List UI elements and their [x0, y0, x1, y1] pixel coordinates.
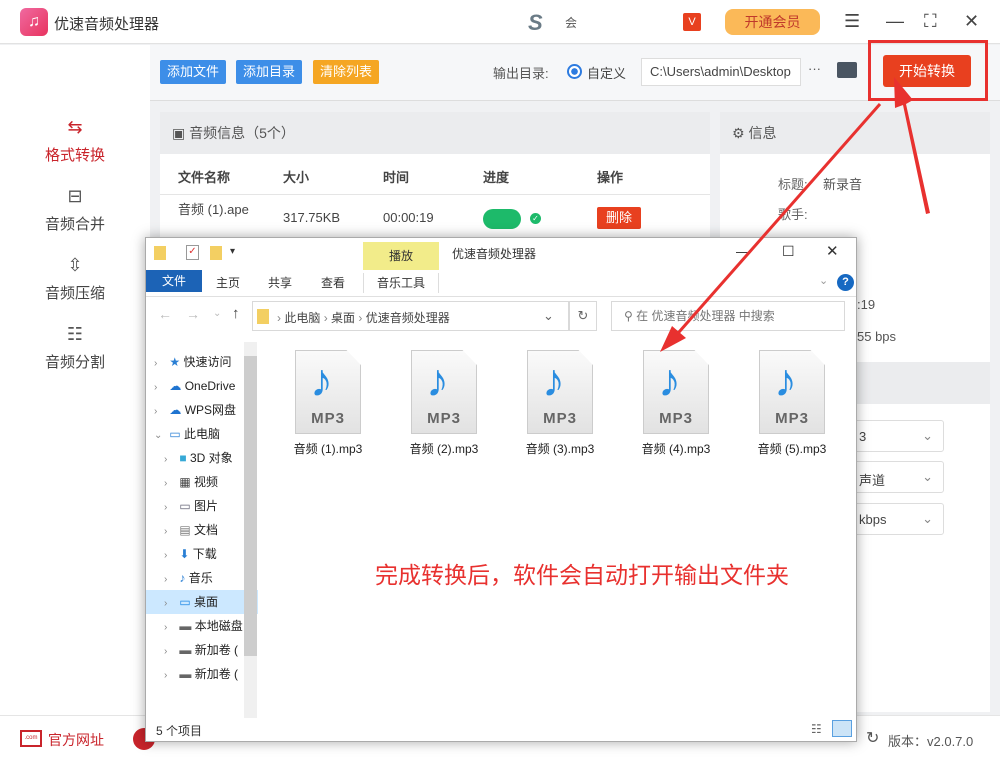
- annotation-arrows: [0, 0, 1000, 760]
- arrow-up: [894, 77, 930, 214]
- arrow-diagonal: [672, 104, 880, 340]
